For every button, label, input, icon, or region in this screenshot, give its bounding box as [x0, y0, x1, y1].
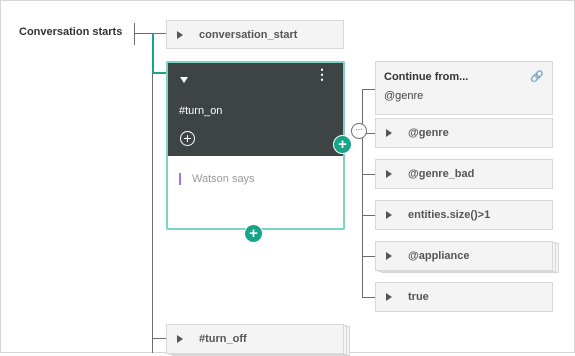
trunk-to-turnoff — [152, 338, 167, 339]
child-node-entities-size[interactable]: entities.size()>1 — [375, 200, 553, 230]
trunk-to-selected — [152, 33, 154, 73]
node-title: #turn_off — [199, 333, 247, 345]
node-header: ⋮ #turn_on + — [168, 63, 343, 156]
node-turn-off[interactable]: #turn_off — [166, 324, 344, 354]
trunk-line — [152, 33, 153, 353]
children-connector-h1 — [362, 89, 375, 90]
expand-arrow-icon[interactable] — [177, 30, 183, 39]
node-conversation-start[interactable]: conversation_start — [166, 20, 344, 49]
expand-arrow-icon[interactable] — [386, 170, 392, 178]
expand-arrow-icon[interactable] — [386, 211, 392, 219]
child-node-label: @appliance — [408, 250, 470, 262]
response-placeholder[interactable]: Watson says — [192, 173, 255, 185]
add-node-below-button[interactable]: + — [244, 224, 263, 243]
child-node-true[interactable]: true — [375, 282, 553, 312]
node-title: conversation_start — [199, 28, 298, 41]
child-folder-appliance[interactable]: @appliance — [375, 241, 553, 271]
trunk-to-selected-h — [152, 72, 167, 74]
collapse-arrow-icon[interactable] — [180, 77, 188, 83]
jump-to-title: Continue from... — [384, 71, 469, 83]
expand-arrow-icon[interactable] — [177, 335, 183, 343]
jump-to-node[interactable]: Continue from... 🔗 @genre — [375, 61, 553, 115]
child-node-label: @genre — [408, 127, 449, 139]
child-node-genre[interactable]: @genre — [375, 118, 553, 148]
conversation-starts-label: Conversation starts — [19, 26, 123, 38]
children-connector-h3 — [362, 174, 375, 175]
more-options-icon[interactable]: ⋮ — [315, 67, 329, 81]
child-node-label: entities.size()>1 — [408, 209, 491, 221]
expand-arrow-icon[interactable] — [386, 129, 392, 137]
children-connector-h5 — [362, 256, 375, 257]
root-connector-h — [134, 33, 166, 34]
expand-arrow-icon[interactable] — [386, 252, 392, 260]
child-node-genre-bad[interactable]: @genre_bad — [375, 159, 553, 189]
children-connector-v — [362, 89, 363, 298]
node-turn-on-selected[interactable]: ⋮ #turn_on + Watson says — [166, 61, 345, 230]
response-marker — [179, 173, 181, 185]
child-node-label: true — [408, 291, 429, 303]
add-child-node-button[interactable]: + — [333, 135, 352, 154]
children-connector-h6 — [362, 297, 375, 298]
expand-arrow-icon[interactable] — [386, 293, 392, 301]
child-node-label: @genre_bad — [408, 168, 475, 180]
children-connector-h4 — [362, 215, 375, 216]
chat-icon[interactable]: ··· — [351, 123, 367, 139]
node-condition[interactable]: #turn_on — [179, 105, 222, 117]
link-icon[interactable]: 🔗 — [530, 70, 544, 83]
jump-to-target: @genre — [384, 90, 424, 102]
add-condition-icon[interactable]: + — [180, 131, 195, 146]
root-connector-v — [134, 23, 135, 45]
